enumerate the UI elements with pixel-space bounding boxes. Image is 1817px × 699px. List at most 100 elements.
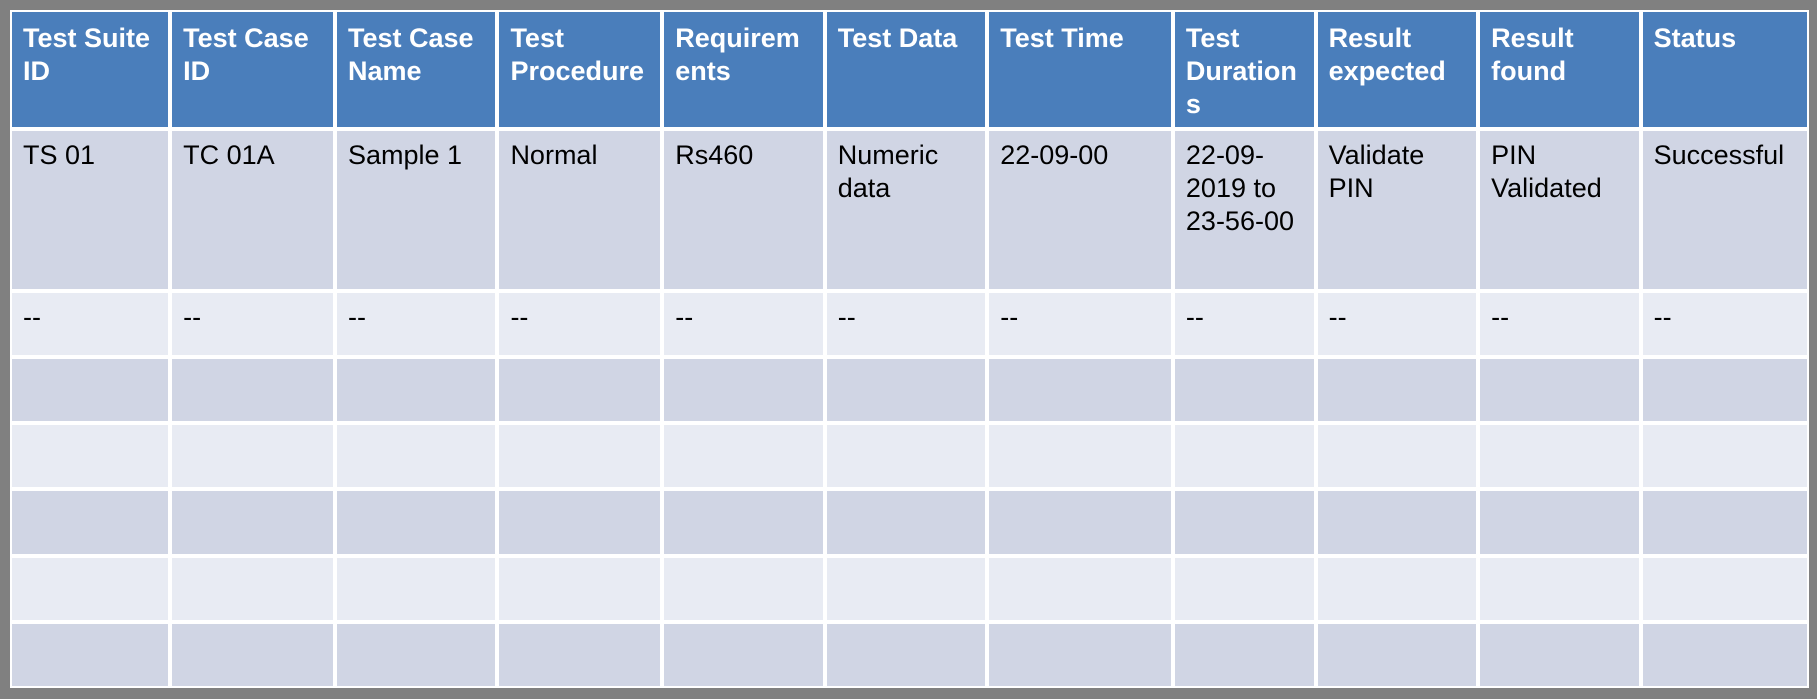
column-header-8[interactable]: Result expected <box>1315 10 1479 129</box>
table-cell[interactable] <box>334 357 498 424</box>
table-cell[interactable] <box>1640 489 1809 556</box>
table-cell-text: Normal <box>510 139 598 170</box>
table-cell[interactable] <box>824 555 988 622</box>
table-cell[interactable] <box>170 423 335 490</box>
table-cell[interactable]: Sample 1 <box>334 128 498 292</box>
table-cell[interactable] <box>1640 423 1809 490</box>
table-cell[interactable]: Rs460 <box>662 128 825 292</box>
column-header-10[interactable]: Status <box>1640 10 1809 129</box>
table-cell[interactable]: -- <box>987 291 1173 358</box>
column-header-label: Status <box>1653 23 1737 53</box>
table-body: TS 01 TC 01A Sample 1 Normal Rs460 Numeric da… <box>10 128 1809 688</box>
table-cell[interactable]: -- <box>334 291 498 358</box>
column-header-2[interactable]: Test Case Name <box>334 10 498 129</box>
table-row <box>10 357 1809 424</box>
table-cell[interactable] <box>1640 621 1809 688</box>
table-cell[interactable]: -- <box>1478 291 1641 358</box>
table-cell[interactable] <box>662 423 825 490</box>
table-cell[interactable]: PIN Validated <box>1478 128 1641 292</box>
table-cell[interactable] <box>662 489 825 556</box>
table-cell[interactable] <box>987 621 1173 688</box>
table-cell[interactable] <box>497 489 663 556</box>
table-cell[interactable] <box>334 621 498 688</box>
table-cell[interactable] <box>10 555 171 622</box>
table-cell[interactable] <box>10 621 171 688</box>
table-cell[interactable]: -- <box>10 291 171 358</box>
table-cell[interactable] <box>10 489 171 556</box>
table-cell-text: Validate PIN <box>1328 139 1425 203</box>
table-cell[interactable] <box>987 423 1173 490</box>
table-cell[interactable] <box>497 621 663 688</box>
table-cell[interactable] <box>1172 621 1316 688</box>
table-cell[interactable]: Validate PIN <box>1315 128 1479 292</box>
table-cell[interactable] <box>987 489 1173 556</box>
column-header-0[interactable]: Test Suite ID <box>10 10 171 129</box>
table-cell-text: -- <box>510 302 529 333</box>
table-cell-text: -- <box>347 302 366 333</box>
table-cell[interactable] <box>1315 621 1479 688</box>
column-header-4[interactable]: Requirements <box>662 10 825 129</box>
table-cell[interactable] <box>1478 357 1641 424</box>
table-cell[interactable]: TC 01A <box>170 128 335 292</box>
table-cell[interactable] <box>1172 555 1316 622</box>
table-cell[interactable] <box>1478 423 1641 490</box>
table-cell[interactable] <box>1172 357 1316 424</box>
table-cell[interactable] <box>824 489 988 556</box>
column-header-5[interactable]: Test Data <box>824 10 988 129</box>
table-cell[interactable] <box>824 621 988 688</box>
table-cell[interactable] <box>1172 489 1316 556</box>
table-cell[interactable] <box>10 357 171 424</box>
table-cell[interactable] <box>662 555 825 622</box>
table-cell[interactable]: -- <box>1315 291 1479 358</box>
table-cell[interactable]: 22-09-00 <box>987 128 1173 292</box>
table-cell[interactable] <box>987 555 1173 622</box>
table-cell[interactable] <box>1478 555 1641 622</box>
table-cell[interactable]: -- <box>497 291 663 358</box>
column-header-1[interactable]: Test Case ID <box>170 10 335 129</box>
table-cell[interactable] <box>1478 489 1641 556</box>
table-cell[interactable] <box>1315 423 1479 490</box>
table-cell[interactable] <box>662 621 825 688</box>
table-cell[interactable] <box>824 357 988 424</box>
column-header-7[interactable]: Test Durations <box>1172 10 1316 129</box>
table-cell-text: PIN Validated <box>1491 139 1602 203</box>
table-cell[interactable] <box>1478 621 1641 688</box>
table-row: -- -- -- -- -- -- -- -- -- -- -- <box>10 291 1809 358</box>
table-cell[interactable]: 22-09-2019 to 23-56-00 <box>1172 128 1316 292</box>
table-cell[interactable] <box>334 489 498 556</box>
table-cell[interactable]: Numeric data <box>824 128 988 292</box>
column-header-3[interactable]: Test Procedure <box>497 10 663 129</box>
table-cell[interactable] <box>170 357 335 424</box>
table-cell[interactable]: -- <box>824 291 988 358</box>
table-cell[interactable] <box>1640 555 1809 622</box>
table-cell[interactable] <box>1315 357 1479 424</box>
table-cell[interactable] <box>824 423 988 490</box>
table-cell[interactable] <box>170 621 335 688</box>
column-header-9[interactable]: Result found <box>1478 10 1641 129</box>
table-cell[interactable]: Normal <box>497 128 663 292</box>
table-cell[interactable] <box>497 423 663 490</box>
table-cell[interactable] <box>170 555 335 622</box>
table-cell[interactable] <box>1172 423 1316 490</box>
column-header-6[interactable]: Test Time <box>987 10 1173 129</box>
table-cell-text: -- <box>183 302 202 333</box>
table-cell[interactable] <box>1640 357 1809 424</box>
table-cell[interactable]: -- <box>170 291 335 358</box>
table-cell[interactable]: -- <box>662 291 825 358</box>
table-cell[interactable] <box>497 357 663 424</box>
table-cell[interactable] <box>1315 489 1479 556</box>
table-cell[interactable] <box>334 555 498 622</box>
table-cell[interactable] <box>987 357 1173 424</box>
table-cell[interactable] <box>10 423 171 490</box>
table-cell[interactable] <box>170 489 335 556</box>
table-cell[interactable] <box>334 423 498 490</box>
table-cell[interactable] <box>1315 555 1479 622</box>
column-header-label: Test Suite ID <box>23 23 151 86</box>
table-cell[interactable]: -- <box>1640 291 1809 358</box>
table-cell[interactable] <box>662 357 825 424</box>
table-cell[interactable]: TS 01 <box>10 128 171 292</box>
table-cell[interactable] <box>497 555 663 622</box>
table-cell[interactable]: -- <box>1172 291 1316 358</box>
table-frame: Test Suite ID Test Case ID Test Case Name T… <box>0 0 1817 699</box>
table-cell[interactable]: Successful <box>1640 128 1809 292</box>
